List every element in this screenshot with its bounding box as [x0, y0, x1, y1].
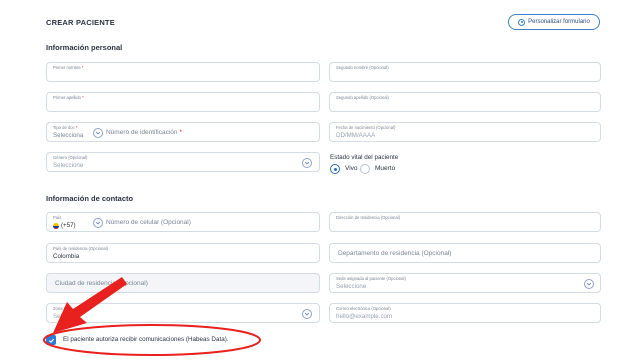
customize-form-label: Personalizar formulario: [528, 19, 590, 25]
page-title: CREAR PACIENTE: [46, 18, 115, 27]
document-field-group: Tipo de doc * Selecciona Número de ident…: [46, 122, 320, 142]
check-icon: [48, 338, 54, 343]
required-mark: *: [63, 306, 66, 311]
email-placeholder: hello@example.com: [336, 313, 393, 320]
chevron-down-icon[interactable]: [93, 128, 103, 138]
chevron-down-icon[interactable]: [93, 218, 103, 228]
first-surname-label: Primer apellido: [53, 95, 81, 100]
id-number-label: Número de identificación: [106, 129, 178, 136]
consent-checkbox[interactable]: [46, 335, 56, 345]
phone-field-group: País (+57) Número de celular (Opcional): [46, 212, 320, 232]
section-title-contact: Información de contacto: [46, 194, 134, 203]
gender-label: Género (Opcional): [53, 155, 88, 160]
radio-muerto-label: Muerto: [375, 165, 396, 172]
first-name-label: Primer nombre: [53, 65, 81, 70]
country-field[interactable]: País de residencia (Opcional) Colombia: [46, 243, 320, 263]
radio-vivo-label: Vivo: [345, 165, 358, 172]
middle-name-field[interactable]: Segundo nombre (Opcional): [329, 62, 601, 82]
address-label: Dirección de residencia (Opcional): [336, 215, 401, 220]
second-surname-field[interactable]: Segundo apellido (Opcional): [329, 92, 601, 112]
birth-date-field[interactable]: Fecha de nacimiento (Opcional) DD/MM/AAA…: [329, 122, 601, 142]
city-placeholder: Ciudad de residencia (Opcional): [55, 280, 148, 287]
vital-status-label: Estado vital del paciente: [330, 154, 399, 161]
city-field[interactable]: Ciudad de residencia (Opcional): [46, 273, 320, 293]
required-mark: *: [82, 95, 84, 100]
second-surname-label: Segundo apellido (Opcional): [336, 95, 389, 100]
department-placeholder: Departamento de residencia (Opcional): [338, 250, 452, 257]
country-label: País de residencia (Opcional): [53, 246, 108, 251]
first-surname-field[interactable]: Primer apellido *: [46, 92, 320, 112]
consent-label: El paciente autoriza recibir comunicacio…: [63, 336, 229, 343]
department-field[interactable]: Departamento de residencia (Opcional): [329, 243, 601, 263]
branch-select[interactable]: Sede asignada al paciente (Opcional) Sel…: [329, 273, 601, 293]
chevron-down-icon[interactable]: [302, 158, 312, 168]
branch-value: Seleccione: [336, 283, 367, 290]
phone-input[interactable]: Número de celular (Opcional): [106, 219, 191, 226]
radio-muerto[interactable]: [360, 164, 370, 174]
gender-select[interactable]: Género (Opcional) Seleccione: [46, 152, 320, 172]
radio-vivo[interactable]: [330, 164, 340, 174]
gender-value: Seleccione: [53, 162, 84, 169]
zone-select[interactable]: Zona * Sel: [46, 303, 320, 323]
required-mark: *: [81, 65, 84, 70]
birth-date-placeholder: DD/MM/AAAA: [336, 132, 376, 139]
section-title-personal: Información personal: [46, 43, 123, 52]
colombia-flag-icon: [53, 223, 59, 229]
id-number-input[interactable]: Número de identificación *: [106, 129, 182, 136]
country-value: Colombia: [53, 253, 80, 260]
zone-label: Zona: [53, 306, 63, 311]
doc-type-select[interactable]: Selecciona: [53, 132, 83, 139]
country-code-label: País: [53, 215, 62, 220]
birth-date-label: Fecha de nacimiento (Opcional): [336, 125, 396, 130]
branch-label: Sede asignada al paciente (Opcional): [336, 276, 406, 281]
chevron-down-icon[interactable]: [584, 279, 594, 289]
email-label: Correo electrónico (Opcional): [336, 306, 391, 311]
country-code-value[interactable]: (+57): [61, 222, 76, 229]
email-field[interactable]: Correo electrónico (Opcional) hello@exam…: [329, 303, 601, 323]
address-field[interactable]: Dirección de residencia (Opcional): [329, 212, 601, 232]
first-name-field[interactable]: Primer nombre *: [46, 62, 320, 82]
chevron-down-icon[interactable]: [302, 309, 312, 319]
gear-icon: [518, 18, 526, 26]
middle-name-label: Segundo nombre (Opcional): [336, 65, 389, 70]
required-mark: *: [179, 129, 182, 136]
doc-type-label: Tipo de doc: [53, 125, 75, 130]
customize-form-button[interactable]: Personalizar formulario: [508, 14, 600, 30]
required-mark: *: [75, 125, 78, 130]
zone-value: Sel: [53, 313, 62, 320]
